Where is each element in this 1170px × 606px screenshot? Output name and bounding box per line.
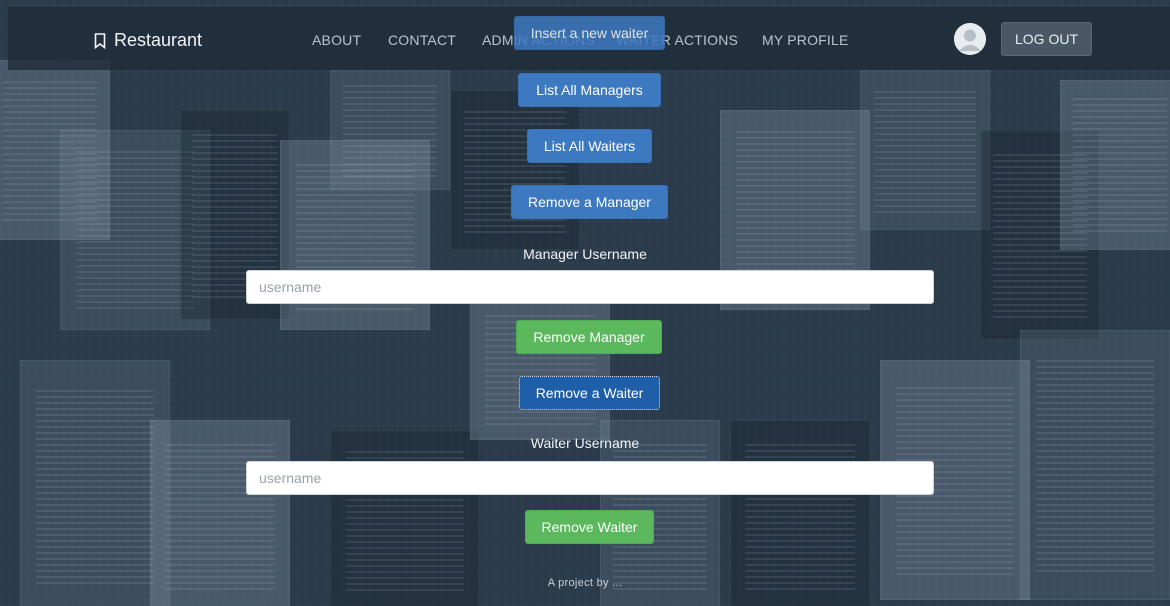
logout-button[interactable]: LOG OUT <box>1001 22 1092 56</box>
bookmark-icon <box>94 32 106 49</box>
manager-username-input[interactable] <box>246 270 934 304</box>
user-avatar-icon[interactable] <box>954 23 986 55</box>
remove-manager-submit-button[interactable]: Remove Manager <box>516 320 662 354</box>
remove-waiter-toggle-button[interactable]: Remove a Waiter <box>519 376 660 410</box>
footer-text: A project by ... <box>547 577 623 589</box>
nav-contact[interactable]: CONTACT <box>388 32 456 48</box>
manager-username-label: Manager Username <box>523 246 647 262</box>
nav-about[interactable]: ABOUT <box>312 32 361 48</box>
waiter-username-input[interactable] <box>246 461 934 495</box>
remove-manager-toggle-button[interactable]: Remove a Manager <box>511 185 668 219</box>
list-managers-button[interactable]: List All Managers <box>518 73 661 107</box>
insert-waiter-button[interactable]: Insert a new waiter <box>514 16 665 50</box>
waiter-username-label: Waiter Username <box>530 435 640 451</box>
brand-link[interactable]: Restaurant <box>94 30 202 51</box>
brand-name: Restaurant <box>114 30 203 50</box>
list-waiters-button[interactable]: List All Waiters <box>527 129 652 163</box>
remove-waiter-submit-button[interactable]: Remove Waiter <box>525 510 654 544</box>
nav-my-profile[interactable]: MY PROFILE <box>762 32 849 48</box>
